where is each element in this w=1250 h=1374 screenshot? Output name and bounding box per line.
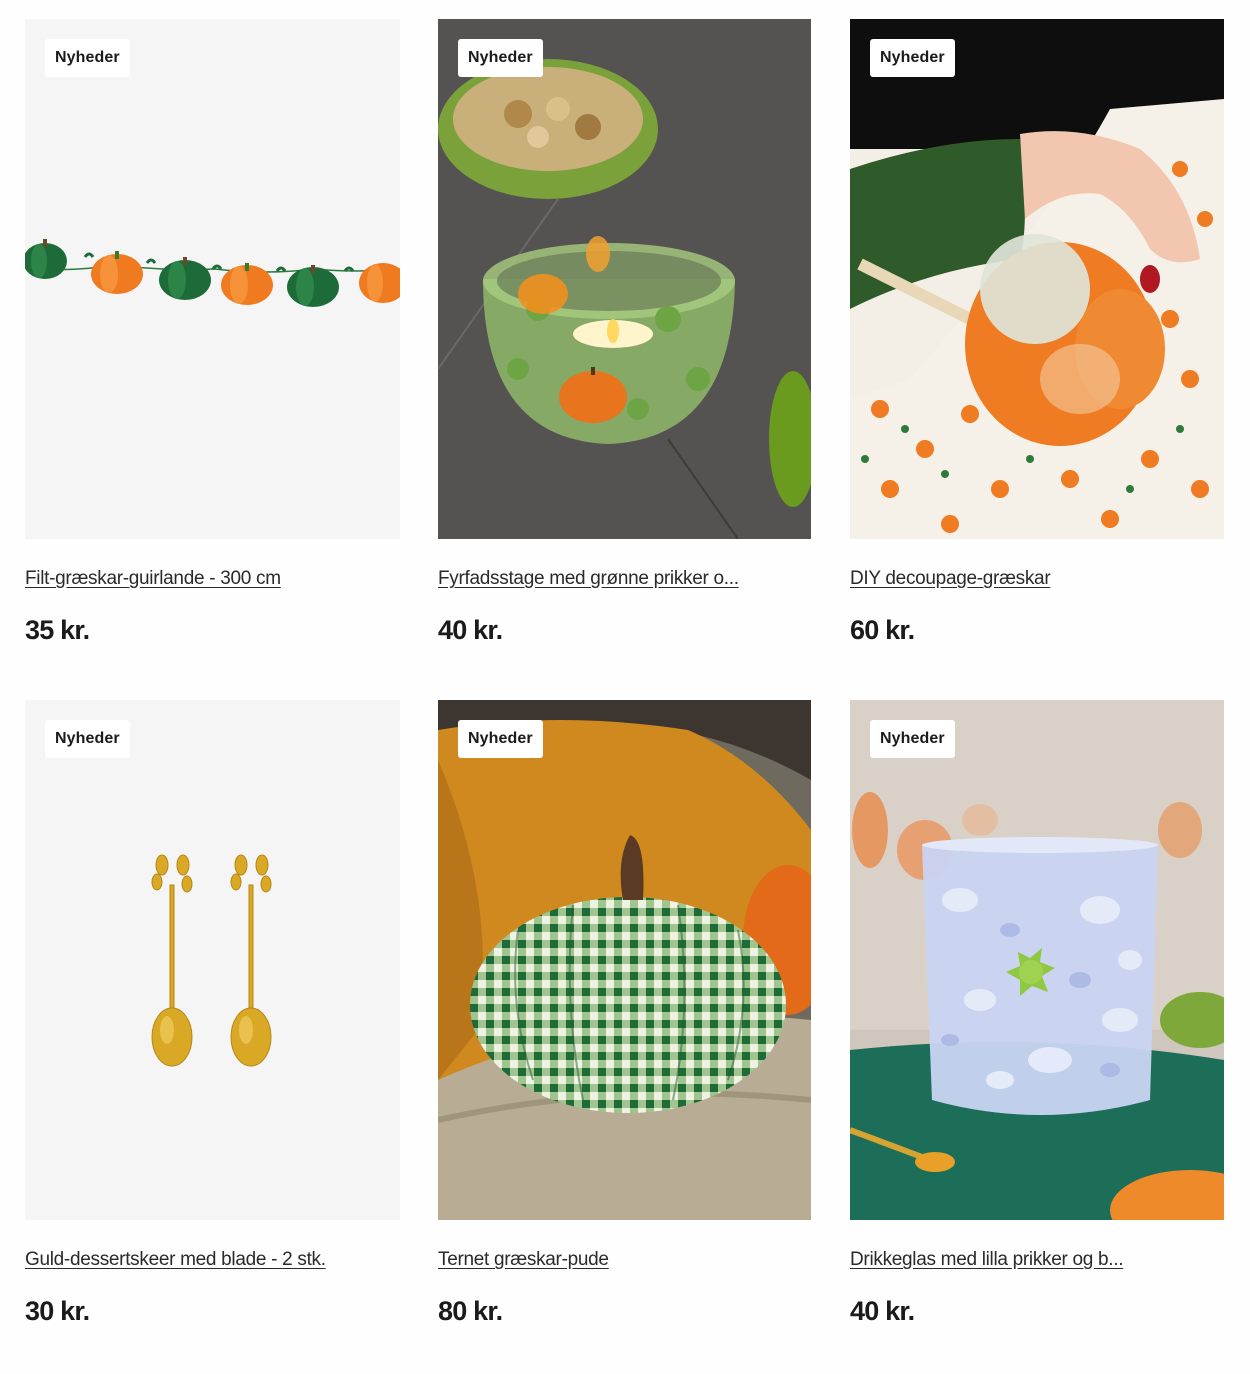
new-badge: Nyheder xyxy=(458,720,543,758)
product-title-link[interactable]: Ternet græskar-pude xyxy=(438,1248,811,1272)
drinking-glass-image xyxy=(850,700,1224,1220)
product-price: 35 kr. xyxy=(25,615,90,645)
product-image[interactable]: Nyheder xyxy=(850,19,1224,539)
product-title-link[interactable]: Fyrfadsstage med grønne prikker o... xyxy=(438,567,811,591)
new-badge: Nyheder xyxy=(45,39,130,77)
product-title-link[interactable]: Drikkeglas med lilla prikker og b... xyxy=(850,1248,1224,1272)
product-title-link[interactable]: Guld-dessertskeer med blade - 2 stk. xyxy=(25,1248,400,1272)
new-badge: Nyheder xyxy=(45,720,130,758)
product-card[interactable]: Nyheder DIY decoupage-græskar 60 kr. xyxy=(850,19,1224,645)
product-title-link[interactable]: Filt-græskar-guirlande - 300 cm xyxy=(25,567,400,591)
product-price: 40 kr. xyxy=(438,615,503,645)
product-card[interactable]: Nyheder Drikkeglas med lilla prikker og … xyxy=(850,700,1224,1326)
product-card[interactable]: Nyheder Fyrfadsstage med grønne prikker … xyxy=(438,19,811,645)
product-title-link[interactable]: DIY decoupage-græskar xyxy=(850,567,1224,591)
decoupage-pumpkin-image xyxy=(850,19,1224,539)
product-image[interactable]: Nyheder xyxy=(438,700,811,1220)
checked-pumpkin-pillow-image xyxy=(438,700,811,1220)
gold-spoons-image xyxy=(25,700,400,1220)
product-image[interactable]: Nyheder xyxy=(25,700,400,1220)
product-image[interactable]: Nyheder xyxy=(850,700,1224,1220)
tealight-holder-image xyxy=(438,19,811,539)
product-price: 60 kr. xyxy=(850,615,915,645)
pumpkin-garland-image xyxy=(25,19,400,539)
product-image[interactable]: Nyheder xyxy=(25,19,400,539)
product-card[interactable]: Nyheder Filt-græskar-guirlande - 300 cm … xyxy=(25,19,400,645)
new-badge: Nyheder xyxy=(870,720,955,758)
product-price: 30 kr. xyxy=(25,1296,90,1326)
product-card[interactable]: Nyheder Guld-dessertskeer med blade - 2 … xyxy=(25,700,400,1326)
product-price: 40 kr. xyxy=(850,1296,915,1326)
product-image[interactable]: Nyheder xyxy=(438,19,811,539)
new-badge: Nyheder xyxy=(458,39,543,77)
product-card[interactable]: Nyheder Ternet græskar-pude 80 kr. xyxy=(438,700,811,1326)
product-price: 80 kr. xyxy=(438,1296,503,1326)
new-badge: Nyheder xyxy=(870,39,955,77)
